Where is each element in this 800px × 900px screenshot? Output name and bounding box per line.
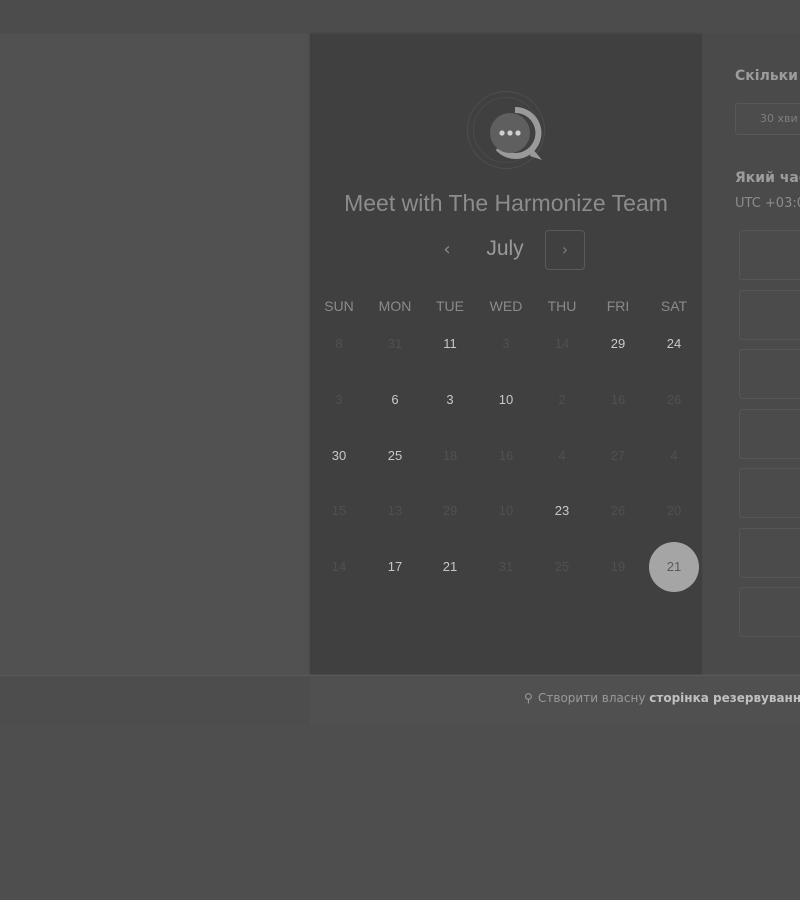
calendar-day: 31 xyxy=(498,559,514,574)
time-slot[interactable] xyxy=(739,587,800,637)
calendar-day: 15 xyxy=(331,503,347,518)
time-question: Який час xyxy=(735,170,800,186)
calendar-day: 18 xyxy=(442,448,458,463)
calendar-day: 4 xyxy=(670,448,678,463)
day-header-fri: FRI xyxy=(606,298,630,314)
calendar-day: 16 xyxy=(610,392,626,407)
time-slot[interactable] xyxy=(739,349,800,399)
day-header-mon: MON xyxy=(378,298,412,314)
create-booking-page-link[interactable]: ⚲ Створити власну сторінка резервування xyxy=(524,691,800,705)
calendar-day[interactable]: 21 xyxy=(425,542,475,592)
calendar-day[interactable]: 11 xyxy=(425,319,475,369)
day-header-wed: WED xyxy=(489,298,523,314)
time-slot[interactable] xyxy=(739,230,800,280)
duration-option-button[interactable]: 30 хви xyxy=(735,103,800,135)
calendar-day: 2 xyxy=(558,392,566,407)
calendar-day: 25 xyxy=(554,559,570,574)
calendar-day: 16 xyxy=(498,448,514,463)
calendar-day: 14 xyxy=(331,559,347,574)
calendar-day[interactable]: 25 xyxy=(370,431,420,481)
calendar-day: 13 xyxy=(387,503,403,518)
calendar-day[interactable]: 24 xyxy=(649,319,699,369)
calendar-day: 10 xyxy=(498,503,514,518)
hubspot-sprocket-icon: ⚲ xyxy=(524,691,533,705)
left-background xyxy=(0,34,310,674)
time-slot[interactable] xyxy=(739,408,800,459)
timezone-label[interactable]: UTC +03:0 xyxy=(735,196,800,211)
calendar-day[interactable]: 10 xyxy=(481,375,531,425)
calendar-day: 26 xyxy=(610,503,626,518)
time-slot[interactable] xyxy=(739,527,800,578)
calendar-day-selected[interactable]: 21 xyxy=(649,542,699,592)
page-title: Meet with The Harmonize Team xyxy=(344,190,668,216)
calendar-day[interactable]: 6 xyxy=(370,375,420,425)
footer-band: ⚲ Створити власну сторінка резервування xyxy=(0,675,800,725)
calendar-day[interactable]: 23 xyxy=(537,486,587,536)
calendar-day[interactable]: 30 xyxy=(314,431,364,481)
calendar-day: 31 xyxy=(387,336,403,351)
calendar-day: 4 xyxy=(558,448,566,463)
footer-text-bold: сторінка резервування xyxy=(649,691,800,705)
booking-panel: Скільки 30 хви Який час UTC +03:0 xyxy=(703,34,800,674)
day-header-thu: THU xyxy=(547,298,577,314)
month-label: July xyxy=(486,237,524,260)
calendar-day: 20 xyxy=(666,503,682,518)
bottom-background xyxy=(0,724,800,900)
calendar-day[interactable]: 29 xyxy=(593,319,643,369)
time-slot[interactable] xyxy=(739,468,800,518)
day-header-sat: SAT xyxy=(660,298,688,314)
next-month-button[interactable]: › xyxy=(545,230,585,270)
calendar-day[interactable]: 17 xyxy=(370,542,420,592)
calendar-day: 3 xyxy=(335,392,343,407)
calendar-day: 29 xyxy=(442,503,458,518)
calendar-day: 27 xyxy=(610,448,626,463)
day-header-sun: SUN xyxy=(324,298,354,314)
day-header-tue: TUE xyxy=(436,298,464,314)
calendar-day: 8 xyxy=(335,336,343,351)
prev-month-button[interactable]: ‹ xyxy=(435,234,459,266)
duration-question: Скільки xyxy=(735,68,798,84)
calendar-day: 19 xyxy=(610,559,626,574)
calendar-day: 3 xyxy=(502,336,510,351)
time-slot[interactable] xyxy=(739,289,800,340)
footer-text-plain: Створити власну xyxy=(538,691,646,705)
calendar-day: 14 xyxy=(554,336,570,351)
calendar-card: Meet with The Harmonize Team ‹ July › SU… xyxy=(310,34,702,674)
calendar-day: 26 xyxy=(666,392,682,407)
calendar-day[interactable]: 3 xyxy=(425,375,475,425)
harmonize-logo-icon xyxy=(490,106,542,160)
top-band xyxy=(0,0,800,34)
